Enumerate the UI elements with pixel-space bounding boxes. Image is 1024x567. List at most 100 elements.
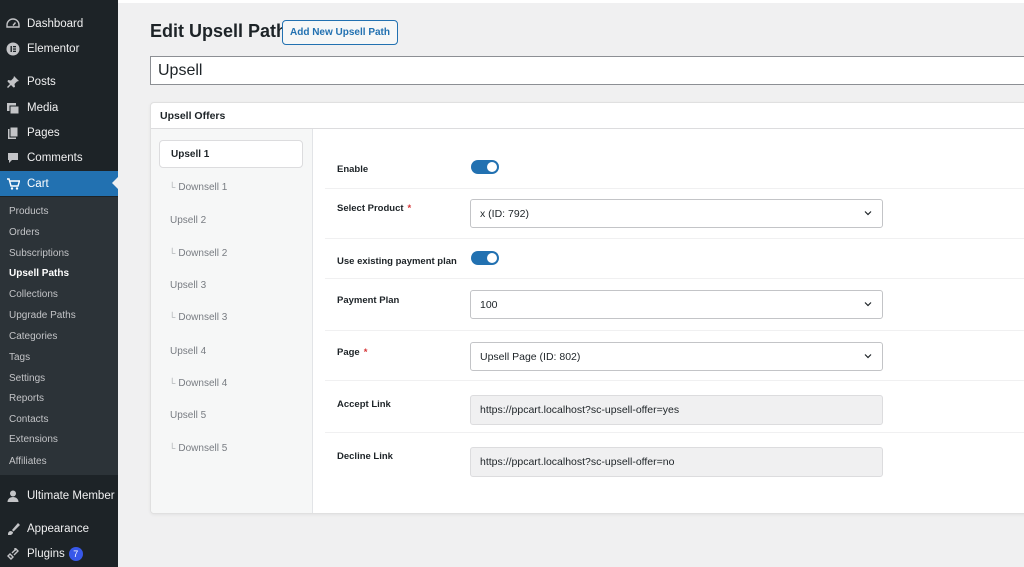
page-label: Page * xyxy=(337,347,367,358)
offer-label: Downsell 2 xyxy=(178,247,228,259)
offer-upsell-4[interactable]: Upsell 4 xyxy=(159,337,303,365)
user-icon xyxy=(6,489,20,503)
chevron-down-icon xyxy=(864,211,872,216)
admin-bar xyxy=(118,0,1024,3)
cart-icon xyxy=(6,177,20,191)
accept-link-label: Accept Link xyxy=(337,399,391,410)
panel-title: Upsell Offers xyxy=(160,110,226,122)
offer-downsell-5[interactable]: └ Downsell 5 xyxy=(159,434,303,462)
page-label-text: Page xyxy=(337,347,360,358)
subitem-arrow-icon: └ xyxy=(169,443,176,453)
menu-appearance[interactable]: Appearance xyxy=(0,516,118,541)
page-value: Upsell Page (ID: 802) xyxy=(480,350,581,363)
menu-plugins-label: Plugins xyxy=(27,547,65,560)
enable-toggle[interactable] xyxy=(471,160,499,174)
offer-upsell-1[interactable]: Upsell 1 xyxy=(159,140,303,168)
elementor-icon xyxy=(6,42,20,56)
menu-media-label: Media xyxy=(27,101,59,114)
offer-label: Upsell 2 xyxy=(170,214,207,226)
offer-downsell-3[interactable]: └ Downsell 3 xyxy=(159,303,303,331)
submenu-collections[interactable]: Collections xyxy=(9,289,58,300)
submenu-upsell-paths[interactable]: Upsell Paths xyxy=(9,268,69,279)
submenu-upgrade-paths[interactable]: Upgrade Paths xyxy=(9,310,76,321)
row-decline-link: Decline Link https://ppcart.localhost?sc… xyxy=(325,433,1024,487)
offer-label: Upsell 5 xyxy=(170,409,207,421)
submenu-settings[interactable]: Settings xyxy=(9,373,45,384)
subitem-arrow-icon: └ xyxy=(169,378,176,388)
upsell-path-title-input[interactable] xyxy=(150,56,1024,85)
offer-nav: Upsell 1 └ Downsell 1 Upsell 2 └ Downsell … xyxy=(151,129,313,513)
brush-icon xyxy=(6,522,20,536)
menu-dashboard-label: Dashboard xyxy=(27,17,84,30)
chevron-down-icon xyxy=(864,354,872,359)
comment-icon xyxy=(6,151,20,165)
menu-posts[interactable]: Posts xyxy=(0,69,118,94)
menu-media[interactable]: Media xyxy=(0,95,118,120)
accept-link-field[interactable]: https://ppcart.localhost?sc-upsell-offer… xyxy=(470,395,883,425)
submenu-contacts[interactable]: Contacts xyxy=(9,414,48,425)
menu-plugins[interactable]: Plugins 7 xyxy=(0,541,118,566)
toggle-knob xyxy=(487,162,497,172)
accept-link-value: https://ppcart.localhost?sc-upsell-offer… xyxy=(480,404,680,416)
subitem-arrow-icon: └ xyxy=(169,248,176,258)
menu-dashboard[interactable]: Dashboard xyxy=(0,11,118,36)
decline-link-value: https://ppcart.localhost?sc-upsell-offer… xyxy=(480,456,675,468)
page-title: Edit Upsell Path xyxy=(150,21,288,41)
toggle-knob xyxy=(487,253,497,263)
select-product-dropdown[interactable]: x (ID: 792) xyxy=(470,199,883,228)
menu-appearance-label: Appearance xyxy=(27,522,90,535)
offer-downsell-1[interactable]: └ Downsell 1 xyxy=(159,173,303,201)
required-mark: * xyxy=(363,347,368,358)
required-mark: * xyxy=(407,203,412,214)
menu-posts-label: Posts xyxy=(27,75,56,88)
menu-ultimate-member-label: Ultimate Member xyxy=(27,489,115,502)
menu-pages-label: Pages xyxy=(27,126,60,139)
menu-ultimate-member[interactable]: Ultimate Member xyxy=(0,483,118,508)
menu-elementor[interactable]: Elementor xyxy=(0,36,118,61)
offer-upsell-2[interactable]: Upsell 2 xyxy=(159,206,303,234)
offer-label: Upsell 3 xyxy=(170,279,207,291)
select-product-label: Select Product * xyxy=(337,203,411,214)
row-enable: Enable xyxy=(325,145,1024,189)
submenu-reports[interactable]: Reports xyxy=(9,393,44,404)
submenu-subscriptions[interactable]: Subscriptions xyxy=(9,248,69,259)
row-existing-plan: Use existing payment plan xyxy=(325,239,1024,279)
menu-cart-label: Cart xyxy=(27,177,49,190)
offer-downsell-4[interactable]: └ Downsell 4 xyxy=(159,369,303,397)
offer-upsell-5[interactable]: Upsell 5 xyxy=(159,401,303,429)
existing-plan-toggle[interactable] xyxy=(471,251,499,265)
offer-downsell-2[interactable]: └ Downsell 2 xyxy=(159,239,303,267)
menu-elementor-label: Elementor xyxy=(27,42,80,55)
menu-comments-label: Comments xyxy=(27,151,83,164)
row-payment-plan: Payment Plan 100 xyxy=(325,279,1024,331)
offer-label: Downsell 5 xyxy=(178,442,228,454)
offer-label: Upsell 1 xyxy=(171,148,210,160)
submenu-affiliates[interactable]: Affiliates xyxy=(9,456,47,467)
submenu-extensions[interactable]: Extensions xyxy=(9,434,58,445)
cart-submenu: Products Orders Subscriptions Upsell Pat… xyxy=(0,197,118,475)
decline-link-field[interactable]: https://ppcart.localhost?sc-upsell-offer… xyxy=(470,447,883,477)
select-product-label-text: Select Product xyxy=(337,203,404,214)
submenu-orders[interactable]: Orders xyxy=(9,227,40,238)
menu-cart[interactable]: Cart xyxy=(0,171,118,196)
submenu-tags[interactable]: Tags xyxy=(9,352,30,363)
payment-plan-dropdown[interactable]: 100 xyxy=(470,290,883,319)
existing-plan-label: Use existing payment plan xyxy=(337,256,457,267)
offer-label: Upsell 4 xyxy=(170,345,207,357)
add-new-upsell-path-button[interactable]: Add New Upsell Path xyxy=(282,20,398,45)
decline-link-label: Decline Link xyxy=(337,451,393,462)
submenu-categories[interactable]: Categories xyxy=(9,331,57,342)
dashboard-icon xyxy=(6,17,20,31)
submenu-products[interactable]: Products xyxy=(9,206,48,217)
enable-label: Enable xyxy=(337,164,369,175)
page-dropdown[interactable]: Upsell Page (ID: 802) xyxy=(470,342,883,371)
menu-pages[interactable]: Pages xyxy=(0,120,118,145)
admin-sidebar: Dashboard Elementor Posts Media Pages Co… xyxy=(0,0,118,567)
offer-label: Downsell 4 xyxy=(178,377,228,389)
chevron-down-icon xyxy=(864,302,872,307)
pin-icon xyxy=(6,75,20,89)
select-product-value: x (ID: 792) xyxy=(480,207,530,220)
row-page: Page * Upsell Page (ID: 802) xyxy=(325,331,1024,381)
offer-upsell-3[interactable]: Upsell 3 xyxy=(159,271,303,299)
menu-comments[interactable]: Comments xyxy=(0,145,118,170)
